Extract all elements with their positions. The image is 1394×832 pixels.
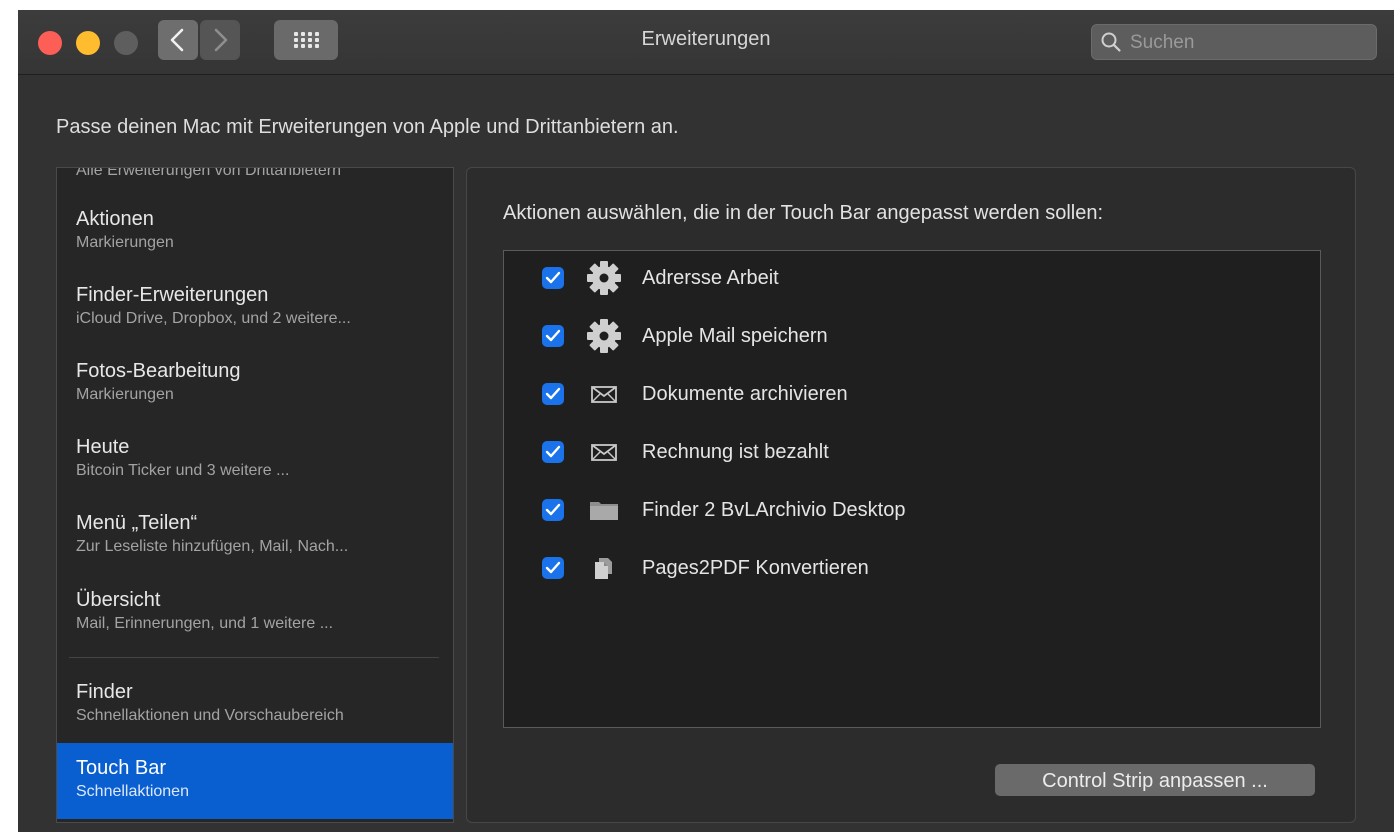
- sidebar-item-finder-erweiterungen[interactable]: Finder-Erweiterungen iCloud Drive, Dropb…: [57, 270, 453, 346]
- search-field[interactable]: [1091, 24, 1377, 61]
- sidebar-item-subtitle: iCloud Drive, Dropbox, und 2 weitere...: [76, 310, 351, 327]
- panel-heading: Aktionen auswählen, die in der Touch Bar…: [503, 202, 1104, 224]
- sidebar-item-title: Fotos-Bearbeitung: [76, 360, 241, 382]
- actions-list: Adrersse Arbeit Apple Mail speichern Dok…: [503, 250, 1321, 728]
- sidebar-divider: [69, 657, 439, 658]
- list-item: Dokumente archivieren: [504, 367, 1320, 425]
- titlebar: Erweiterungen: [18, 10, 1394, 75]
- sidebar-item-uebersicht[interactable]: Übersicht Mail, Erinnerungen, und 1 weit…: [57, 575, 453, 651]
- list-item: Adrersse Arbeit: [504, 251, 1320, 309]
- sidebar-item-title: Touch Bar: [76, 757, 167, 779]
- sidebar-item-subtitle: Bitcoin Ticker und 3 weitere ...: [76, 462, 290, 479]
- checkmark-icon: [545, 561, 561, 574]
- action-label: Finder 2 BvLArchivio Desktop: [642, 499, 906, 521]
- sidebar-item-all-third-party[interactable]: Alle Erweiterungen von Drittanbietern: [76, 168, 341, 180]
- sidebar-item-menu-teilen[interactable]: Menü „Teilen“ Zur Leseliste hinzufügen, …: [57, 498, 453, 574]
- control-strip-button[interactable]: Control Strip anpassen ...: [995, 764, 1315, 796]
- checkmark-icon: [545, 503, 561, 516]
- sidebar-item-title: Menü „Teilen“: [76, 512, 198, 534]
- extensions-sidebar: Alle Erweiterungen von Drittanbietern Ak…: [56, 167, 454, 823]
- sidebar-item-subtitle: Mail, Erinnerungen, und 1 weitere ...: [76, 615, 334, 632]
- envelope-icon: [591, 444, 617, 461]
- search-input[interactable]: [1128, 25, 1372, 61]
- sidebar-item-subtitle: Schnellaktionen und Vorschaubereich: [76, 707, 344, 724]
- action-label: Pages2PDF Konvertieren: [642, 557, 869, 579]
- gear-icon: [587, 319, 621, 353]
- sidebar-item-heute[interactable]: Heute Bitcoin Ticker und 3 weitere ...: [57, 422, 453, 498]
- action-checkbox[interactable]: [542, 383, 564, 405]
- action-checkbox[interactable]: [542, 325, 564, 347]
- document-icon: [595, 558, 612, 579]
- gear-icon: [587, 261, 621, 295]
- sidebar-item-title: Übersicht: [76, 589, 161, 611]
- intro-text: Passe deinen Mac mit Erweiterungen von A…: [56, 116, 679, 138]
- folder-icon: [590, 502, 618, 520]
- sidebar-item-finder[interactable]: Finder Schnellaktionen und Vorschauberei…: [57, 667, 453, 743]
- touch-bar-panel: Aktionen auswählen, die in der Touch Bar…: [466, 167, 1356, 823]
- checkmark-icon: [545, 445, 561, 458]
- checkmark-icon: [545, 387, 561, 400]
- action-checkbox[interactable]: [542, 499, 564, 521]
- sidebar-item-subtitle: Schnellaktionen: [76, 783, 189, 800]
- list-item: Finder 2 BvLArchivio Desktop: [504, 483, 1320, 541]
- action-label: Dokumente archivieren: [642, 383, 848, 405]
- sidebar-item-subtitle: Markierungen: [76, 234, 174, 251]
- action-label: Rechnung ist bezahlt: [642, 441, 829, 463]
- list-item: Rechnung ist bezahlt: [504, 425, 1320, 483]
- action-label: Apple Mail speichern: [642, 325, 828, 347]
- list-item: Apple Mail speichern: [504, 309, 1320, 367]
- sidebar-item-title: Aktionen: [76, 208, 154, 230]
- checkmark-icon: [545, 329, 561, 342]
- sidebar-item-title: Finder: [76, 681, 133, 703]
- action-label: Adrersse Arbeit: [642, 267, 779, 289]
- action-checkbox[interactable]: [542, 557, 564, 579]
- sidebar-item-fotos-bearbeitung[interactable]: Fotos-Bearbeitung Markierungen: [57, 346, 453, 422]
- sidebar-item-aktionen[interactable]: Aktionen Markierungen: [57, 194, 453, 270]
- action-checkbox[interactable]: [542, 267, 564, 289]
- envelope-icon: [591, 386, 617, 403]
- search-icon: [1101, 32, 1121, 52]
- sidebar-item-touch-bar[interactable]: Touch Bar Schnellaktionen: [57, 743, 453, 819]
- action-checkbox[interactable]: [542, 441, 564, 463]
- sidebar-item-title: Heute: [76, 436, 130, 458]
- sidebar-item-subtitle: Zur Leseliste hinzufügen, Mail, Nach...: [76, 538, 349, 555]
- system-preferences-window: Erweiterungen Passe deinen Mac mit Erwei…: [18, 10, 1394, 832]
- sidebar-item-title: Finder-Erweiterungen: [76, 284, 269, 306]
- checkmark-icon: [545, 271, 561, 284]
- sidebar-item-subtitle: Markierungen: [76, 386, 174, 403]
- list-item: Pages2PDF Konvertieren: [504, 541, 1320, 599]
